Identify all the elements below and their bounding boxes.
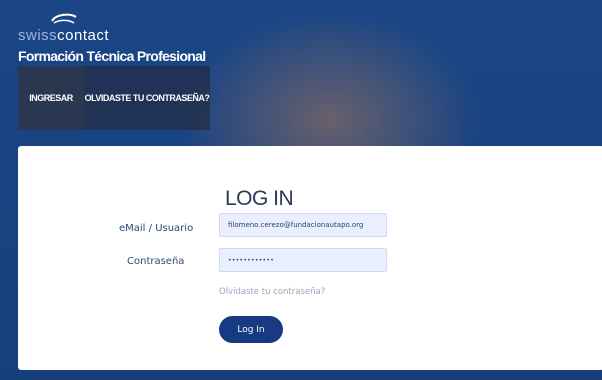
logo-text-light: swiss — [18, 27, 58, 44]
logo-text: swisscontact — [18, 27, 109, 44]
password-field[interactable] — [219, 248, 387, 272]
email-field[interactable] — [219, 213, 387, 237]
logo-text-bold: contact — [57, 27, 110, 44]
password-label: Contraseña — [127, 256, 185, 267]
forgot-password-link[interactable]: Olvidaste tu contraseña? — [219, 287, 325, 297]
login-title: LOG IN — [225, 187, 294, 210]
site-subtitle: Formación Técnica Profesional — [18, 48, 206, 64]
nav-item-ingresar[interactable]: INGRESAR — [18, 66, 84, 130]
login-button[interactable]: Log In — [219, 316, 283, 343]
email-label: eMail / Usuario — [119, 223, 194, 234]
top-nav: INGRESAR OLVIDASTE TU CONTRASEÑA? — [18, 66, 210, 130]
logo-swoosh-icon — [51, 13, 77, 24]
nav-item-forgot-password[interactable]: OLVIDASTE TU CONTRASEÑA? — [84, 66, 210, 130]
